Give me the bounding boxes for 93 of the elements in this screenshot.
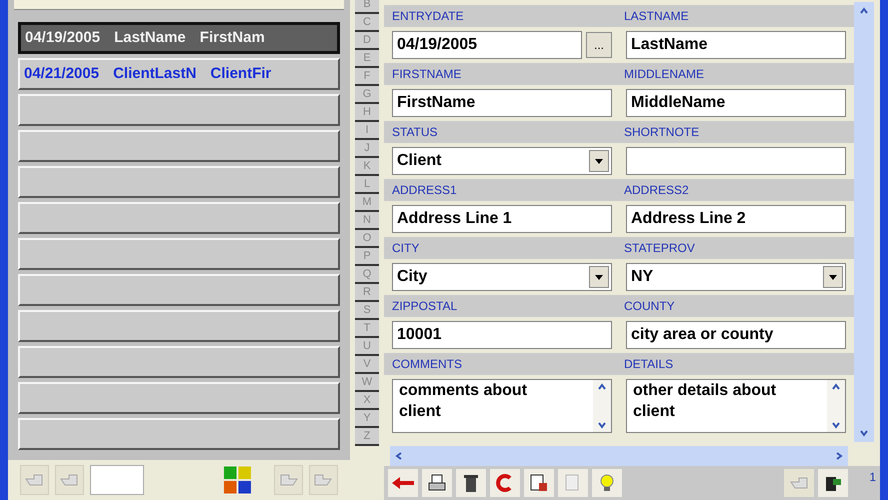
- color-grid-icon[interactable]: [223, 465, 252, 495]
- date-field[interactable]: 04/19/2005: [392, 31, 582, 59]
- back-button[interactable]: [388, 469, 418, 497]
- letter-tab[interactable]: Z: [355, 428, 379, 446]
- field-label: ZIPPOSTAL: [391, 298, 458, 315]
- last-name-cell-text: ClientLastN: [113, 64, 196, 84]
- letter-tab[interactable]: K: [355, 158, 379, 176]
- list-row[interactable]: [18, 202, 340, 234]
- letter-tab[interactable]: X: [355, 392, 379, 410]
- field-label: COUNTY: [623, 298, 675, 315]
- vertical-scrollbar[interactable]: [854, 2, 874, 442]
- first-name-cell-text: ClientFir: [210, 64, 272, 84]
- horizontal-scrollbar[interactable]: [390, 446, 848, 466]
- field-label: SHORTNOTE: [623, 124, 700, 141]
- list-row[interactable]: [18, 94, 340, 126]
- letter-tab[interactable]: T: [355, 320, 379, 338]
- list-row[interactable]: 04/19/2005 LastName FirstNam: [18, 22, 340, 54]
- light-bulb-icon: [599, 473, 615, 493]
- trash-can-icon: [463, 473, 479, 493]
- letter-tab[interactable]: R: [355, 284, 379, 302]
- letter-tab[interactable]: M: [355, 194, 379, 212]
- field-label: MIDDLENAME: [623, 66, 704, 83]
- last-name-cell-text: LastName: [114, 28, 186, 48]
- text-field[interactable]: LastName: [626, 31, 846, 59]
- list-row[interactable]: [18, 382, 340, 414]
- refresh-button[interactable]: [490, 469, 520, 497]
- letter-tab[interactable]: L: [355, 176, 379, 194]
- field-label: CITY: [391, 240, 420, 257]
- dropdown-field[interactable]: Client: [392, 147, 612, 175]
- dropdown-arrow-icon: [595, 274, 603, 280]
- date-picker-button[interactable]: ...: [586, 32, 612, 58]
- text-field[interactable]: FirstName: [392, 89, 612, 117]
- text-field[interactable]: Address Line 1: [392, 205, 612, 233]
- field-label: ENTRYDATE: [391, 8, 465, 25]
- arrow-left-icon: [392, 477, 414, 489]
- list-row[interactable]: [18, 238, 340, 270]
- tip-button[interactable]: [592, 469, 622, 497]
- text-field[interactable]: city area or county: [626, 321, 846, 349]
- dropdown-arrow-icon: [595, 158, 603, 164]
- dropdown-field[interactable]: City: [392, 263, 612, 291]
- page-indicator: 1: [868, 469, 876, 486]
- letter-tab[interactable]: S: [355, 302, 379, 320]
- printer-icon: [427, 473, 447, 493]
- caret-up-icon: [859, 6, 869, 16]
- letter-tab[interactable]: Y: [355, 410, 379, 428]
- field-label: ADDRESS1: [391, 182, 458, 199]
- list-row[interactable]: [18, 166, 340, 198]
- text-field[interactable]: Address Line 2: [626, 205, 846, 233]
- document-icon: [529, 473, 549, 493]
- letter-tab[interactable]: D: [355, 32, 379, 50]
- field-label: DETAILS: [623, 356, 674, 373]
- letter-tab[interactable]: U: [355, 338, 379, 356]
- field-label: ADDRESS2: [623, 182, 689, 199]
- letter-tab[interactable]: C: [355, 14, 379, 32]
- letter-tab[interactable]: I: [355, 122, 379, 140]
- field-label: LASTNAME: [623, 8, 689, 25]
- letter-tab[interactable]: W: [355, 374, 379, 392]
- letter-tab[interactable]: H: [355, 104, 379, 122]
- letter-tab[interactable]: V: [355, 356, 379, 374]
- list-row[interactable]: [18, 418, 340, 450]
- first-name-cell-text: FirstNam: [200, 28, 265, 48]
- field-label: FIRSTNAME: [391, 66, 462, 83]
- text-field[interactable]: 10001: [392, 321, 612, 349]
- list-row[interactable]: [18, 310, 340, 342]
- caret-right-icon: [834, 451, 844, 461]
- text-field[interactable]: MiddleName: [626, 89, 846, 117]
- caret-left-icon: [394, 451, 404, 461]
- copy-button[interactable]: [524, 469, 554, 497]
- field-label: COMMENTS: [391, 356, 463, 373]
- list-row[interactable]: [18, 274, 340, 306]
- field-label: STATUS: [391, 124, 439, 141]
- print-button[interactable]: [422, 469, 452, 497]
- text-field[interactable]: [626, 147, 846, 175]
- list-row[interactable]: [18, 346, 340, 378]
- letter-tab[interactable]: Q: [355, 266, 379, 284]
- list-row[interactable]: [18, 130, 340, 162]
- letter-tab[interactable]: N: [355, 212, 379, 230]
- letter-tab[interactable]: E: [355, 50, 379, 68]
- dropdown-arrow-icon: [829, 274, 837, 280]
- letter-tab[interactable]: F: [355, 68, 379, 86]
- caret-down-icon: [859, 428, 869, 438]
- dropdown-field[interactable]: NY: [626, 263, 846, 291]
- letter-tab[interactable]: O: [355, 230, 379, 248]
- list-row[interactable]: 04/21/2005 ClientLastN ClientFir: [18, 58, 340, 90]
- exit-button[interactable]: [818, 469, 848, 497]
- letter-tab[interactable]: P: [355, 248, 379, 266]
- letter-tab[interactable]: G: [355, 86, 379, 104]
- date-cell-text: 04/21/2005: [24, 64, 100, 84]
- date-cell-text: 04/19/2005: [25, 28, 100, 48]
- page-field[interactable]: [90, 465, 144, 495]
- letter-tab[interactable]: J: [355, 140, 379, 158]
- delete-button[interactable]: [456, 469, 486, 497]
- field-label: STATEPROV: [623, 240, 695, 257]
